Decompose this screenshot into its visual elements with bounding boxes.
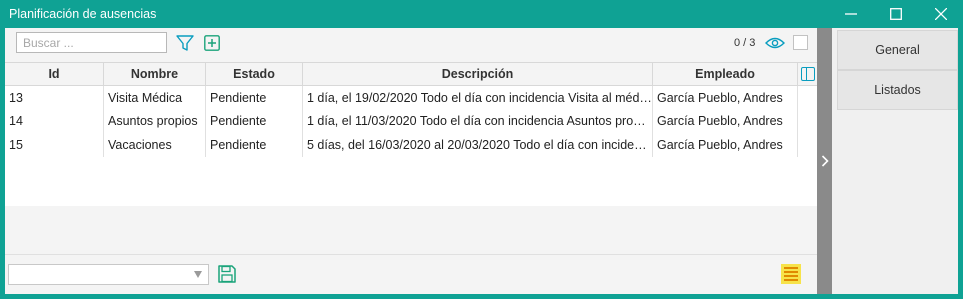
side-panel: General Listados [837,28,958,294]
cell-empleado: García Pueblo, Andres [653,109,798,133]
maximize-button[interactable] [873,0,919,28]
notes-button[interactable] [781,264,801,284]
column-header-nombre[interactable]: Nombre [104,63,206,85]
cell-estado: Pendiente [206,86,303,110]
table-row[interactable]: 15 Vacaciones Pendiente 5 días, del 16/0… [5,133,817,157]
cell-estado: Pendiente [206,133,303,157]
cell-id: 13 [5,86,104,110]
record-counter: 0 / 3 [734,37,756,49]
cell-descripcion: 1 día, el 11/03/2020 Todo el día con inc… [303,109,653,133]
table-row[interactable]: 14 Asuntos propios Pendiente 1 día, el 1… [5,109,817,133]
visibility-button[interactable] [765,35,785,51]
select-all-checkbox[interactable] [793,35,808,50]
cell-id: 15 [5,133,104,157]
layout-select[interactable] [8,264,209,285]
cell-estado: Pendiente [206,109,303,133]
eye-icon [765,37,785,49]
title-bar: Planificación de ausencias [0,0,963,28]
close-button[interactable] [918,0,963,28]
save-button[interactable] [217,264,237,284]
minimize-icon [845,13,857,15]
maximize-icon [890,8,902,20]
table-body: 13 Visita Médica Pendiente 1 día, el 19/… [5,86,817,206]
bottom-toolbar [5,254,817,294]
table-row[interactable]: 13 Visita Médica Pendiente 1 día, el 19/… [5,86,817,110]
cell-id: 14 [5,109,104,133]
column-header-estado[interactable]: Estado [206,63,303,85]
window-content: 0 / 3 Id Nombre Estado Descripción Emple… [5,28,958,294]
close-icon [935,8,947,20]
filter-icon [176,35,194,51]
column-header-empleado[interactable]: Empleado [653,63,798,85]
notes-icon [784,267,798,269]
cell-nombre: Visita Médica [104,86,206,110]
dropdown-arrow-icon [194,271,202,278]
column-header-id[interactable]: Id [5,63,104,85]
cell-empleado: García Pueblo, Andres [653,86,798,110]
cell-descripcion-text: 1 día, el 19/02/2020 Todo el día con inc… [307,90,652,105]
general-button[interactable]: General [837,30,958,70]
listados-button[interactable]: Listados [837,70,958,110]
panel-collapse-toggle[interactable] [817,28,832,294]
window-title: Planificación de ausencias [9,7,157,21]
absences-table: Id Nombre Estado Descripción Empleado 13… [5,62,817,206]
search-input[interactable] [16,32,167,53]
table-header: Id Nombre Estado Descripción Empleado [5,62,817,86]
filter-button[interactable] [175,33,195,53]
save-icon [218,265,236,283]
column-header-descripcion[interactable]: Descripción [303,63,653,85]
cell-descripcion-text: 1 día, el 11/03/2020 Todo el día con inc… [307,114,652,129]
column-chooser-button[interactable] [798,63,817,85]
cell-descripcion: 1 día, el 19/02/2020 Todo el día con inc… [303,86,653,110]
grid-panel: 0 / 3 Id Nombre Estado Descripción Emple… [5,28,817,294]
minimize-button[interactable] [828,0,874,28]
cell-nombre: Vacaciones [104,133,206,157]
cell-nombre: Asuntos propios [104,109,206,133]
cell-descripcion-text: 5 días, del 16/03/2020 al 20/03/2020 Tod… [307,137,652,152]
cell-descripcion: 5 días, del 16/03/2020 al 20/03/2020 Tod… [303,133,653,157]
chevron-right-icon [821,155,829,167]
add-button[interactable] [203,34,221,52]
columns-icon [800,67,815,81]
cell-empleado: García Pueblo, Andres [653,133,798,157]
add-icon [204,35,220,51]
